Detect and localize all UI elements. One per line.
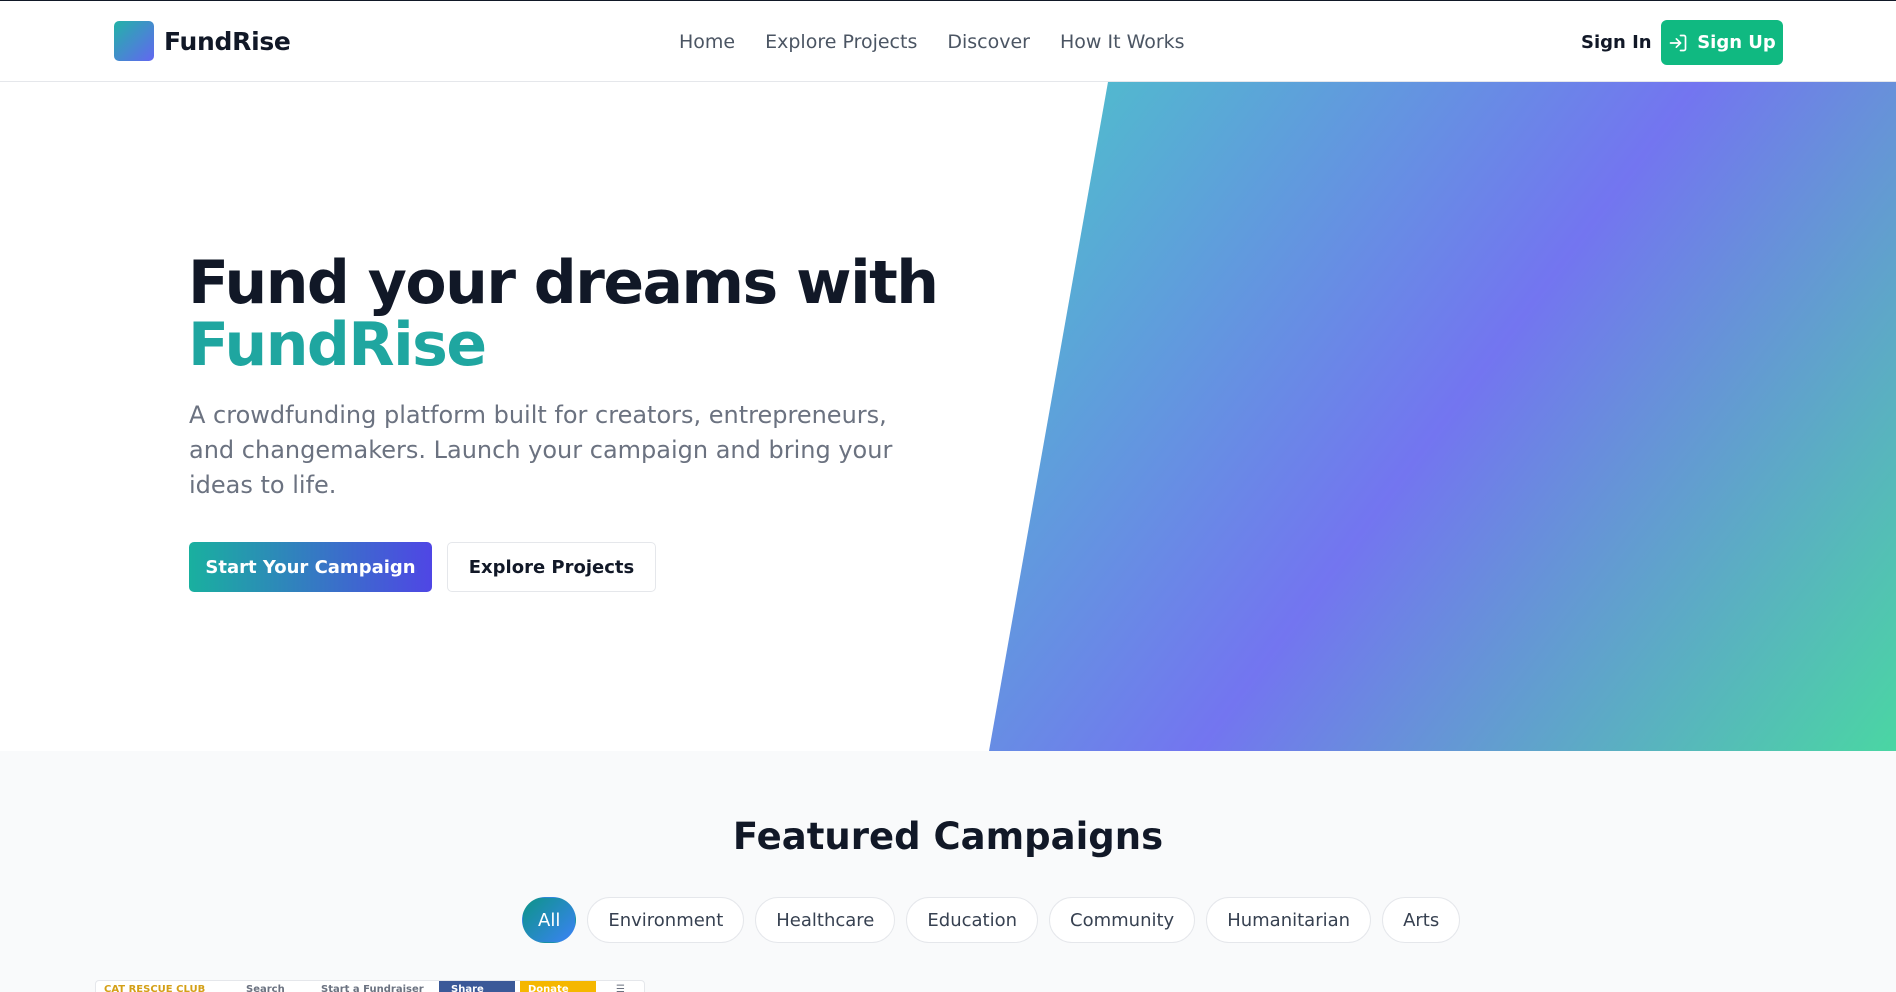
hero-title-line: Fund your dreams with (188, 248, 939, 318)
filter-chip-healthcare[interactable]: Healthcare (755, 897, 896, 943)
sign-in-arrow-icon (1669, 34, 1687, 51)
brand-name[interactable]: FundRise (164, 27, 291, 56)
nav-link-how-it-works[interactable]: How It Works (1060, 31, 1185, 53)
preview-donate: Donate (520, 981, 596, 992)
logo-icon[interactable] (114, 21, 154, 61)
featured-title: Featured Campaigns (732, 815, 1164, 858)
filter-chip-all[interactable]: All (522, 897, 577, 943)
preview-menu-icon: ☰ (616, 984, 625, 992)
sign-up-button[interactable]: Sign Up (1661, 20, 1783, 65)
preview-logo-text: CAT RESCUE CLUB (104, 984, 206, 992)
start-campaign-button[interactable]: Start Your Campaign (189, 542, 432, 592)
filter-chip-environment[interactable]: Environment (587, 897, 745, 943)
filter-chip-arts[interactable]: Arts (1382, 897, 1461, 943)
filter-chip-humanitarian[interactable]: Humanitarian (1206, 897, 1372, 943)
hero-title-accent: FundRise (188, 310, 487, 380)
explore-projects-button[interactable]: Explore Projects (447, 542, 656, 592)
hero-subtitle: A crowdfunding platform built for creato… (189, 401, 893, 499)
filter-chip-community[interactable]: Community (1049, 897, 1196, 943)
category-filters: All Environment Healthcare Education Com… (522, 897, 1461, 943)
preview-start-fundraiser: Start a Fundraiser (321, 984, 424, 992)
preview-share: Share (439, 981, 515, 992)
featured-campaigns-section: Featured Campaigns All Environment Healt… (0, 751, 1896, 992)
sign-up-label: Sign Up (1697, 32, 1776, 53)
preview-search: Search (246, 984, 285, 992)
main-nav: Home Explore Projects Discover How It Wo… (679, 31, 1185, 53)
nav-link-home[interactable]: Home (679, 31, 735, 53)
hero-section: Fund your dreams with FundRise A crowdfu… (0, 82, 1896, 751)
sign-in-link[interactable]: Sign In (1581, 32, 1652, 53)
site-header: FundRise Home Explore Projects Discover … (0, 1, 1896, 82)
filter-chip-education[interactable]: Education (906, 897, 1039, 943)
campaign-card-preview[interactable]: CAT RESCUE CLUB Search Start a Fundraise… (95, 980, 645, 992)
nav-link-discover[interactable]: Discover (947, 31, 1030, 53)
nav-link-explore-projects[interactable]: Explore Projects (765, 31, 917, 53)
hero-title: Fund your dreams with FundRise (188, 252, 939, 380)
